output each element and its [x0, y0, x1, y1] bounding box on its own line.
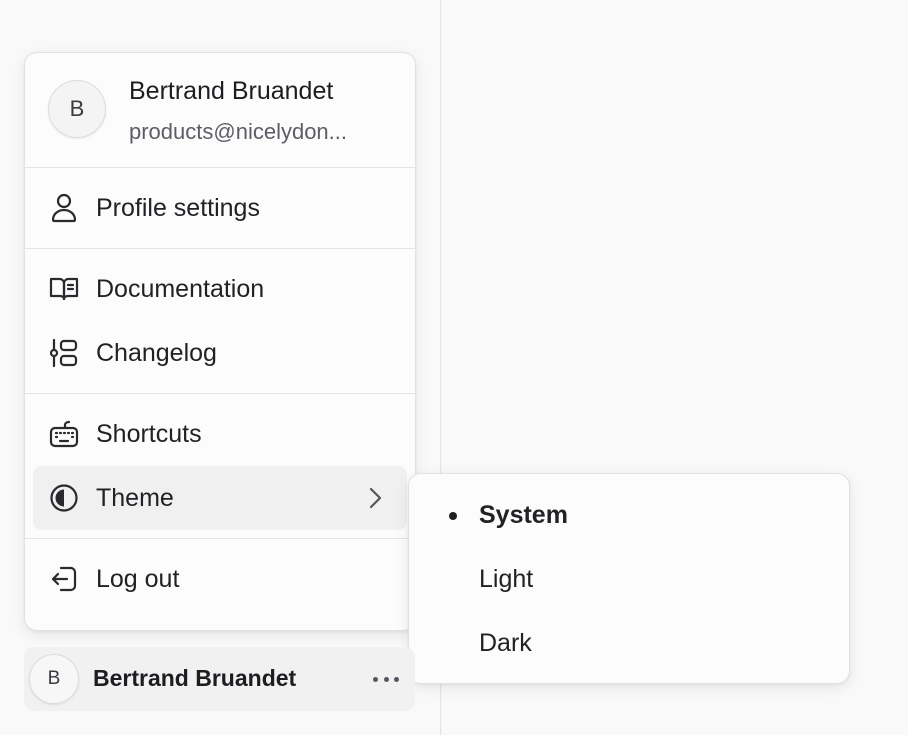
- chevron-right-icon: [361, 484, 389, 512]
- selected-indicator-icon: [449, 512, 457, 520]
- more-dot-icon: [373, 676, 378, 682]
- menu-item-theme[interactable]: Theme: [33, 466, 407, 530]
- more-dot-icon: [394, 676, 399, 682]
- menu-item-log-out[interactable]: Log out: [33, 547, 407, 611]
- menu-item-profile-settings[interactable]: Profile settings: [33, 176, 407, 240]
- theme-option-label: System: [479, 500, 568, 529]
- account-name: Bertrand Bruandet: [93, 665, 297, 691]
- user-email: products@nicelydon...: [129, 119, 348, 144]
- avatar: B: [29, 654, 79, 704]
- menu-item-shortcuts[interactable]: Shortcuts: [33, 402, 407, 466]
- more-options-button[interactable]: [371, 667, 401, 691]
- menu-group-profile: Profile settings: [25, 168, 415, 248]
- theme-option-system[interactable]: System: [417, 483, 841, 547]
- theme-option-dark[interactable]: Dark: [417, 611, 841, 675]
- menu-item-label: Theme: [96, 483, 174, 512]
- theme-option-label: Dark: [479, 628, 532, 657]
- menu-group-settings: Shortcuts Theme: [25, 394, 415, 538]
- more-dot-icon: [383, 676, 389, 682]
- menu-item-label: Documentation: [96, 274, 265, 303]
- user-menu-header: B Bertrand Bruandet products@nicelydon..…: [25, 53, 415, 167]
- user-icon: [48, 192, 80, 224]
- menu-group-session: Log out: [25, 539, 415, 619]
- keyboard-icon: [48, 418, 80, 450]
- menu-item-label: Shortcuts: [96, 419, 202, 448]
- user-menu: B Bertrand Bruandet products@nicelydon..…: [24, 52, 416, 631]
- menu-item-label: Changelog: [96, 338, 217, 367]
- avatar: B: [48, 80, 106, 138]
- logout-icon: [48, 563, 80, 595]
- theme-option-light[interactable]: Light: [417, 547, 841, 611]
- theme-option-label: Light: [479, 564, 534, 593]
- account-switcher[interactable]: B Bertrand Bruandet: [24, 647, 415, 711]
- menu-group-resources: Documentation Changelog: [25, 249, 415, 393]
- menu-item-label: Profile settings: [96, 193, 260, 222]
- menu-item-documentation[interactable]: Documentation: [33, 257, 407, 321]
- menu-item-label: Log out: [96, 564, 180, 593]
- book-icon: [48, 273, 80, 305]
- changelog-icon: [48, 337, 80, 369]
- contrast-icon: [48, 482, 80, 514]
- menu-item-changelog[interactable]: Changelog: [33, 321, 407, 385]
- user-name: Bertrand Bruandet: [129, 77, 334, 105]
- theme-submenu: System Light Dark: [408, 473, 850, 684]
